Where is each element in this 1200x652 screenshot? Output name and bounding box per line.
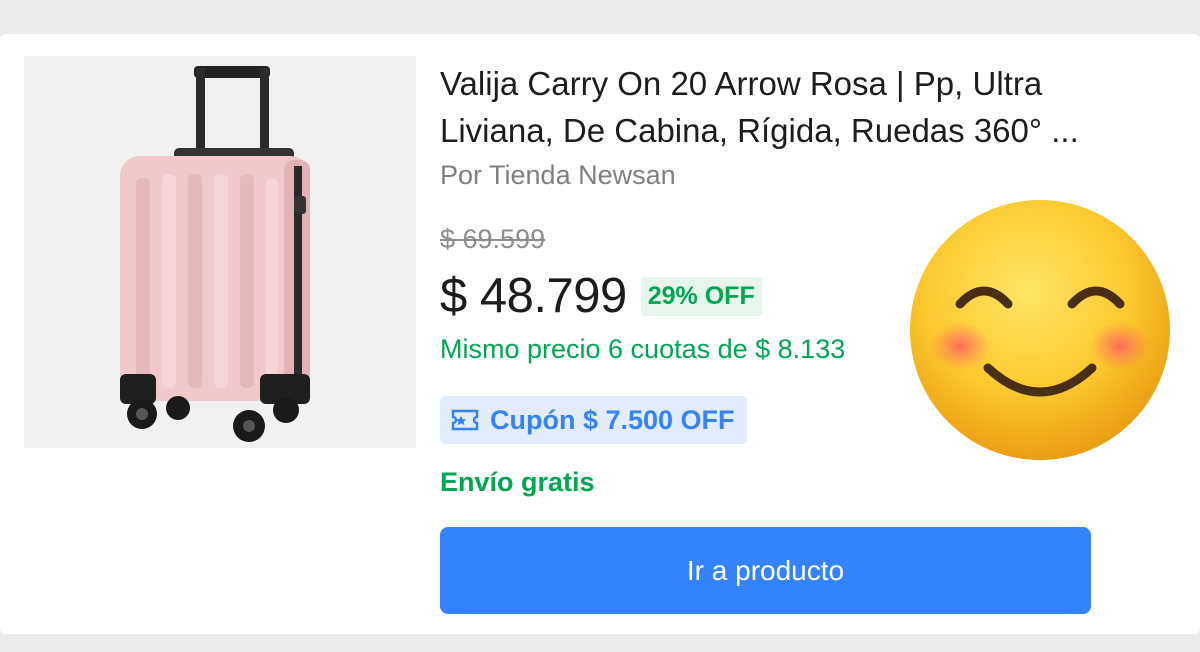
original-price: $ 69.599	[440, 224, 546, 254]
coupon-badge: Cupón $ 7.500 OFF	[440, 396, 747, 444]
price-row: $ 48.799 29% OFF	[440, 266, 762, 326]
coupon-icon	[451, 409, 479, 431]
discount-badge: 29% OFF	[640, 276, 762, 316]
seller-name: Por Tienda Newsan	[440, 160, 676, 190]
current-price: $ 48.799	[440, 269, 627, 323]
installments-text: Mismo precio 6 cuotas de $ 8.133	[440, 334, 846, 364]
go-to-product-button[interactable]: Ir a producto	[440, 527, 1091, 614]
smiling-face-emoji	[910, 200, 1170, 460]
free-shipping-label: Envío gratis	[440, 467, 595, 497]
pink-suitcase-image	[120, 66, 310, 442]
product-image[interactable]	[24, 56, 416, 448]
product-title[interactable]: Valija Carry On 20 Arrow Rosa | Pp, Ultr…	[440, 60, 1160, 154]
coupon-label: Cupón $ 7.500 OFF	[490, 404, 735, 435]
